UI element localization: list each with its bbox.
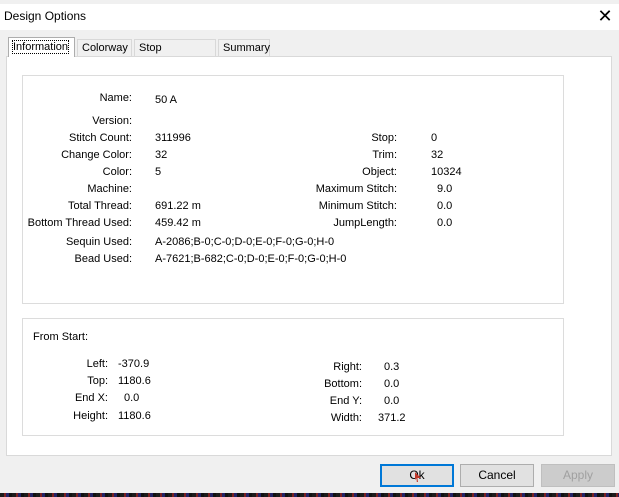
end-y-label: End Y: bbox=[329, 395, 362, 407]
sequin-used-value: A-2086;B-0;C-0;D-0;E-0;F-0;G-0;H-0 bbox=[155, 236, 335, 248]
close-icon[interactable]: ✕ bbox=[590, 4, 619, 30]
jump-length-label: JumpLength: bbox=[333, 217, 397, 229]
tab-colorway[interactable]: Colorway bbox=[77, 39, 132, 56]
change-color-value: 32 bbox=[155, 149, 168, 161]
bead-used-label: Bead Used: bbox=[74, 253, 132, 265]
tab-summary[interactable]: Summary bbox=[218, 39, 270, 56]
tab-label: Information bbox=[11, 40, 70, 54]
maximum-stitch-value: 9.0 bbox=[437, 183, 453, 195]
color-label: Color: bbox=[102, 166, 132, 178]
apply-button[interactable]: Apply bbox=[541, 464, 615, 487]
tab-label: Summary bbox=[223, 42, 271, 54]
left-label: Left: bbox=[86, 358, 108, 370]
right-value: 0.3 bbox=[384, 361, 400, 373]
machine-label: Machine: bbox=[87, 183, 132, 195]
object-label: Object: bbox=[362, 166, 397, 178]
height-value: 1180.6 bbox=[118, 410, 151, 422]
tab-information[interactable]: Information bbox=[8, 37, 75, 57]
bottom-thread-label: Bottom Thread Used: bbox=[27, 217, 132, 229]
maximum-stitch-label: Maximum Stitch: bbox=[315, 183, 397, 195]
top-label: Top: bbox=[87, 375, 108, 387]
bead-used-value: A-7621;B-682;C-0;D-0;E-0;F-0;G-0;H-0 bbox=[155, 253, 347, 265]
window-title: Design Options bbox=[4, 9, 87, 23]
right-label: Right: bbox=[333, 361, 362, 373]
stitch-count-label: Stitch Count: bbox=[69, 132, 132, 144]
height-label: Height: bbox=[73, 410, 108, 422]
end-x-label: End X: bbox=[74, 392, 108, 404]
top-value: 1180.6 bbox=[118, 375, 151, 387]
width-value: 371.2 bbox=[378, 412, 406, 424]
color-value: 5 bbox=[155, 166, 162, 178]
version-label: Version: bbox=[92, 115, 132, 127]
total-thread-label: Total Thread: bbox=[67, 200, 132, 212]
from-start-group: From Start: Left: -370.9 Top: 1180.6 End… bbox=[22, 318, 564, 436]
tab-stop-sequence[interactable]: Stop Sequence bbox=[134, 39, 216, 71]
name-label: Name: bbox=[99, 92, 132, 104]
stop-label: Stop: bbox=[371, 132, 397, 144]
width-label: Width: bbox=[330, 412, 362, 424]
design-info-group: Name: 50 A Version: Stitch Count: 311996… bbox=[22, 75, 564, 304]
stitch-count-value: 311996 bbox=[155, 132, 191, 144]
information-panel: Name: 50 A Version: Stitch Count: 311996… bbox=[6, 56, 612, 456]
left-value: -370.9 bbox=[118, 358, 150, 370]
total-thread-value: 691.22 m bbox=[155, 200, 201, 212]
bottom-thread-value: 459.42 m bbox=[155, 217, 201, 229]
bottom-label: Bottom: bbox=[324, 378, 362, 390]
end-x-value: 0.0 bbox=[124, 392, 140, 404]
design-options-dialog: Design Options ✕ Information Colorway St… bbox=[0, 0, 619, 493]
change-color-label: Change Color: bbox=[61, 149, 132, 161]
jump-length-value: 0.0 bbox=[437, 217, 453, 229]
object-value: 10324 bbox=[431, 166, 462, 178]
minimum-stitch-label: Minimum Stitch: bbox=[318, 200, 397, 212]
end-y-value: 0.0 bbox=[384, 395, 400, 407]
bottom-value: 0.0 bbox=[384, 378, 400, 390]
cancel-button[interactable]: Cancel bbox=[460, 464, 534, 487]
title-bar[interactable]: Design Options ✕ bbox=[0, 4, 619, 30]
trim-value: 32 bbox=[431, 149, 444, 161]
trim-label: Trim: bbox=[372, 149, 397, 161]
tab-label: Colorway bbox=[82, 42, 128, 54]
from-start-heading: From Start: bbox=[33, 331, 89, 343]
sequin-used-label: Sequin Used: bbox=[65, 236, 132, 248]
background-artwork-strip-bottom bbox=[0, 493, 619, 497]
stop-value: 0 bbox=[431, 132, 438, 144]
name-value: 50 A bbox=[155, 94, 178, 106]
minimum-stitch-value: 0.0 bbox=[437, 200, 453, 212]
